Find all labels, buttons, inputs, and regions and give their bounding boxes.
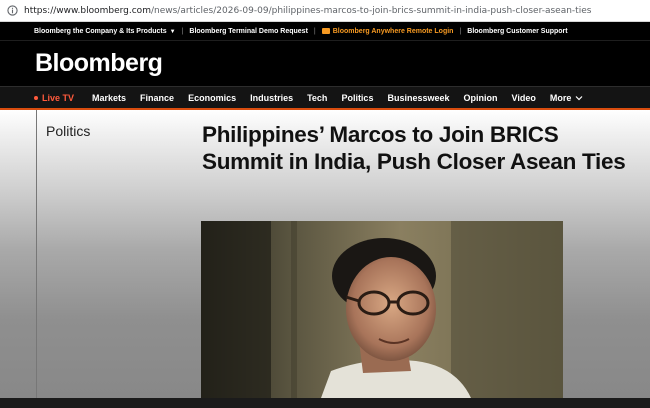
url-text[interactable]: https://www.bloomberg.com/news/articles/… <box>24 6 591 16</box>
live-tv-label: Live TV <box>42 92 75 103</box>
caret-down-icon: ▼ <box>169 28 176 35</box>
nav-live-tv[interactable]: Live TV <box>34 93 74 103</box>
nav-markets[interactable]: Markets <box>92 93 126 103</box>
article-headline: Philippines’ Marcos to Join BRICS Summit… <box>202 122 626 174</box>
divider: | <box>459 27 462 35</box>
utility-bar: Bloomberg the Company & Its Products ▼ | … <box>0 22 650 40</box>
more-label: More <box>549 92 572 103</box>
anywhere-login-label: Bloomberg Anywhere Remote Login <box>332 27 454 35</box>
address-bar[interactable]: https://www.bloomberg.com/news/articles/… <box>0 0 650 22</box>
main-nav: Live TV Markets Finance Economics Indust… <box>0 86 650 110</box>
nav-opinion[interactable]: Opinion <box>464 93 498 103</box>
nav-politics[interactable]: Politics <box>341 93 373 103</box>
article-photo <box>201 221 563 398</box>
url-host: https://www.bloomberg.com <box>24 5 151 16</box>
divider: | <box>313 27 316 35</box>
anywhere-login-link[interactable]: Bloomberg Anywhere Remote Login <box>321 27 454 35</box>
divider: | <box>181 27 184 35</box>
column-divider <box>36 110 37 398</box>
masthead: Bloomberg <box>0 40 650 86</box>
terminal-demo-link[interactable]: Bloomberg Terminal Demo Request <box>189 28 308 35</box>
nav-video[interactable]: Video <box>512 93 536 103</box>
bottom-bar <box>0 398 650 408</box>
nav-more[interactable]: More <box>550 93 584 103</box>
url-path: /news/articles/2026-09-09/philippines-ma… <box>150 5 592 16</box>
nav-tech[interactable]: Tech <box>307 93 327 103</box>
chevron-down-icon <box>575 94 583 103</box>
nav-economics[interactable]: Economics <box>188 93 236 103</box>
nav-industries[interactable]: Industries <box>250 93 293 103</box>
nav-businessweek[interactable]: Businessweek <box>387 93 449 103</box>
customer-support-link[interactable]: Bloomberg Customer Support <box>467 28 567 35</box>
live-dot-icon <box>34 95 38 100</box>
section-label[interactable]: Politics <box>46 123 90 139</box>
nav-finance[interactable]: Finance <box>140 93 174 103</box>
company-products-label: Bloomberg the Company & Its Products <box>34 27 167 35</box>
site-info-icon[interactable] <box>6 5 18 17</box>
company-products-link[interactable]: Bloomberg the Company & Its Products ▼ <box>34 28 176 35</box>
terminal-icon <box>321 27 330 34</box>
bloomberg-logo[interactable]: Bloomberg <box>35 49 163 78</box>
